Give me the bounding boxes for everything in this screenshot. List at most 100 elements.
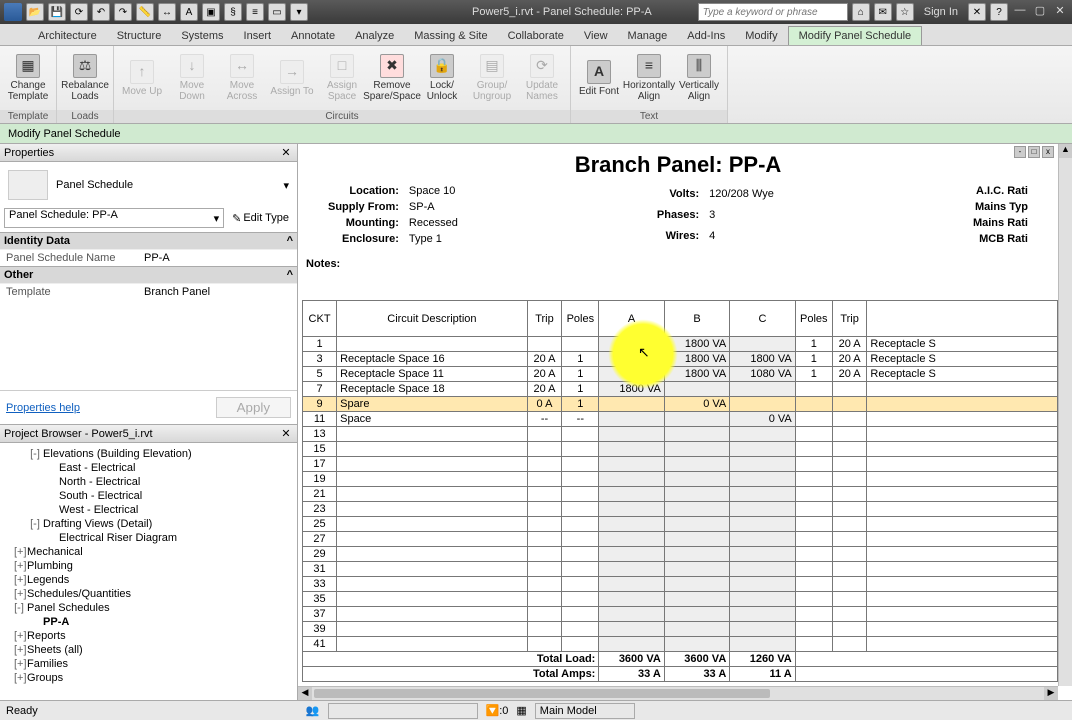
tab-systems[interactable]: Systems bbox=[171, 27, 233, 45]
tree-node[interactable]: [-] Panel Schedules bbox=[2, 601, 295, 615]
table-row[interactable]: 9Spare0 A10 VA bbox=[303, 397, 1058, 412]
table-row[interactable]: 17 bbox=[303, 457, 1058, 472]
tree-node[interactable]: [+] Reports bbox=[2, 629, 295, 643]
tree-node[interactable]: [+] Schedules/Quantities bbox=[2, 587, 295, 601]
tree-node[interactable]: Electrical Riser Diagram bbox=[2, 531, 295, 545]
tree-node[interactable]: North - Electrical bbox=[2, 475, 295, 489]
tree-node[interactable]: West - Electrical bbox=[2, 503, 295, 517]
tab-collaborate[interactable]: Collaborate bbox=[498, 27, 574, 45]
view-min-icon[interactable]: - bbox=[1014, 146, 1026, 158]
table-row[interactable]: 11Space----0 VA bbox=[303, 412, 1058, 427]
table-row[interactable]: 5Receptacle Space 1120 A11800 VA1080 VA1… bbox=[303, 367, 1058, 382]
table-row[interactable]: 37 bbox=[303, 607, 1058, 622]
tab-architecture[interactable]: Architecture bbox=[28, 27, 107, 45]
table-row[interactable]: 25 bbox=[303, 517, 1058, 532]
table-row[interactable]: 11800 VA120 AReceptacle S bbox=[303, 337, 1058, 352]
exchange-icon[interactable]: ✕ bbox=[968, 3, 986, 21]
tab-manage[interactable]: Manage bbox=[618, 27, 678, 45]
dimension-icon[interactable]: ↔ bbox=[158, 3, 176, 21]
maximize-button[interactable]: ▢ bbox=[1032, 4, 1048, 20]
tree-node[interactable]: [+] Legends bbox=[2, 573, 295, 587]
redo-icon[interactable]: ↷ bbox=[114, 3, 132, 21]
horizontally-align-button[interactable]: ≡Horizontally Align bbox=[625, 49, 673, 107]
filter-icon[interactable]: ▦ bbox=[516, 704, 526, 717]
app-logo[interactable] bbox=[4, 3, 22, 21]
panel-schedule-name-input[interactable] bbox=[144, 252, 293, 264]
tree-node[interactable]: [+] Mechanical bbox=[2, 545, 295, 559]
close-button[interactable]: ✕ bbox=[1052, 4, 1068, 20]
identity-data-header[interactable]: Identity Data^ bbox=[0, 232, 297, 249]
properties-help-link[interactable]: Properties help bbox=[6, 402, 80, 414]
design-options-combo[interactable]: Main Model bbox=[535, 703, 635, 719]
comm-icon[interactable]: ✉ bbox=[874, 3, 892, 21]
table-row[interactable]: 21 bbox=[303, 487, 1058, 502]
table-row[interactable]: 39 bbox=[303, 622, 1058, 637]
table-row[interactable]: 3Receptacle Space 1620 A11800 VA1800 VA1… bbox=[303, 352, 1058, 367]
edit-font-button[interactable]: AEdit Font bbox=[575, 49, 623, 107]
instance-combo[interactable]: Panel Schedule: PP-A bbox=[5, 209, 210, 227]
vertical-scrollbar[interactable]: ▲ bbox=[1058, 144, 1072, 686]
tab-addins[interactable]: Add-Ins bbox=[677, 27, 735, 45]
table-row[interactable]: 35 bbox=[303, 592, 1058, 607]
minimize-button[interactable]: — bbox=[1012, 4, 1028, 20]
close-views-icon[interactable]: ▭ bbox=[268, 3, 286, 21]
table-row[interactable]: 7Receptacle Space 1820 A11800 VA bbox=[303, 382, 1058, 397]
table-row[interactable]: 15 bbox=[303, 442, 1058, 457]
lock-unlock-button[interactable]: 🔒Lock/ Unlock bbox=[418, 49, 466, 107]
tab-massing[interactable]: Massing & Site bbox=[404, 27, 497, 45]
3d-icon[interactable]: ▣ bbox=[202, 3, 220, 21]
project-browser-close-icon[interactable]: ✕ bbox=[279, 427, 293, 440]
subscription-icon[interactable]: ⌂ bbox=[852, 3, 870, 21]
edit-type-button[interactable]: ✎ Edit Type bbox=[228, 208, 293, 228]
tree-node[interactable]: [-] Elevations (Building Elevation) bbox=[2, 447, 295, 461]
help-icon[interactable]: ? bbox=[990, 3, 1008, 21]
tab-modify[interactable]: Modify bbox=[735, 27, 787, 45]
tab-view[interactable]: View bbox=[574, 27, 618, 45]
rebalance-loads-button[interactable]: ⚖Rebalance Loads bbox=[61, 49, 109, 107]
open-icon[interactable]: 📂 bbox=[26, 3, 44, 21]
vertically-align-button[interactable]: ⫼Vertically Align bbox=[675, 49, 723, 107]
section-icon[interactable]: § bbox=[224, 3, 242, 21]
tree-node[interactable]: East - Electrical bbox=[2, 461, 295, 475]
type-dropdown-icon[interactable]: ▾ bbox=[283, 179, 289, 192]
favorite-icon[interactable]: ☆ bbox=[896, 3, 914, 21]
tab-insert[interactable]: Insert bbox=[234, 27, 282, 45]
table-row[interactable]: 23 bbox=[303, 502, 1058, 517]
tree-node[interactable]: [+] Families bbox=[2, 657, 295, 671]
table-row[interactable]: 29 bbox=[303, 547, 1058, 562]
collapse-icon[interactable]: ^ bbox=[287, 235, 293, 247]
tree-node[interactable]: South - Electrical bbox=[2, 489, 295, 503]
undo-icon[interactable]: ↶ bbox=[92, 3, 110, 21]
tab-analyze[interactable]: Analyze bbox=[345, 27, 404, 45]
signin-link[interactable]: Sign In bbox=[924, 6, 958, 18]
tree-node[interactable]: PP-A bbox=[2, 615, 295, 629]
table-row[interactable]: 31 bbox=[303, 562, 1058, 577]
properties-close-icon[interactable]: ✕ bbox=[279, 146, 293, 159]
table-row[interactable]: 41 bbox=[303, 637, 1058, 652]
horizontal-scrollbar[interactable]: ◀▶ bbox=[298, 686, 1058, 700]
save-icon[interactable]: 💾 bbox=[48, 3, 66, 21]
table-row[interactable]: 27 bbox=[303, 532, 1058, 547]
collapse-icon[interactable]: ^ bbox=[287, 269, 293, 281]
sync-icon[interactable]: ⟳ bbox=[70, 3, 88, 21]
tab-modify-panel-schedule[interactable]: Modify Panel Schedule bbox=[788, 26, 923, 45]
tab-structure[interactable]: Structure bbox=[107, 27, 172, 45]
text-icon[interactable]: A bbox=[180, 3, 198, 21]
tree-node[interactable]: [+] Plumbing bbox=[2, 559, 295, 573]
remove-spare-space-button[interactable]: ✖Remove Spare/Space bbox=[368, 49, 416, 107]
apply-button[interactable]: Apply bbox=[216, 397, 291, 418]
tree-node[interactable]: [+] Groups bbox=[2, 671, 295, 685]
table-row[interactable]: 33 bbox=[303, 577, 1058, 592]
search-input[interactable] bbox=[698, 3, 848, 21]
other-header[interactable]: Other^ bbox=[0, 266, 297, 283]
tree-node[interactable]: [-] Drafting Views (Detail) bbox=[2, 517, 295, 531]
tab-annotate[interactable]: Annotate bbox=[281, 27, 345, 45]
combo-chevron-icon[interactable]: ▾ bbox=[210, 212, 224, 225]
view-close-icon[interactable]: x bbox=[1042, 146, 1054, 158]
thin-lines-icon[interactable]: ≡ bbox=[246, 3, 264, 21]
switch-windows-icon[interactable]: ▾ bbox=[290, 3, 308, 21]
measure-icon[interactable]: 📏 bbox=[136, 3, 154, 21]
change-template-button[interactable]: ▦Change Template bbox=[4, 49, 52, 107]
table-row[interactable]: 13 bbox=[303, 427, 1058, 442]
panel-schedule-table[interactable]: CKT Circuit Description Trip Poles A B C… bbox=[302, 300, 1058, 682]
